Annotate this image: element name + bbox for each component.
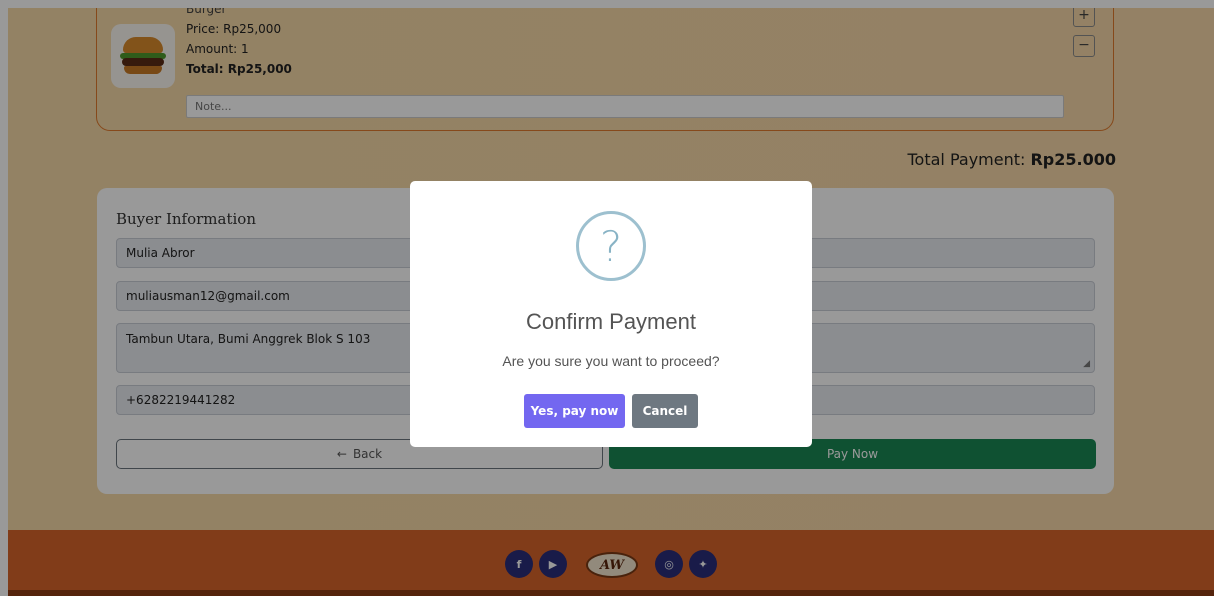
confirm-pay-button[interactable]: Yes, pay now (524, 394, 625, 428)
dialog-title: Confirm Payment (526, 309, 696, 334)
confirm-payment-dialog: ? Confirm Payment Are you sure you want … (410, 181, 812, 447)
cancel-button[interactable]: Cancel (632, 394, 698, 428)
dialog-message: Are you sure you want to proceed? (502, 353, 720, 369)
question-icon: ? (576, 211, 646, 281)
